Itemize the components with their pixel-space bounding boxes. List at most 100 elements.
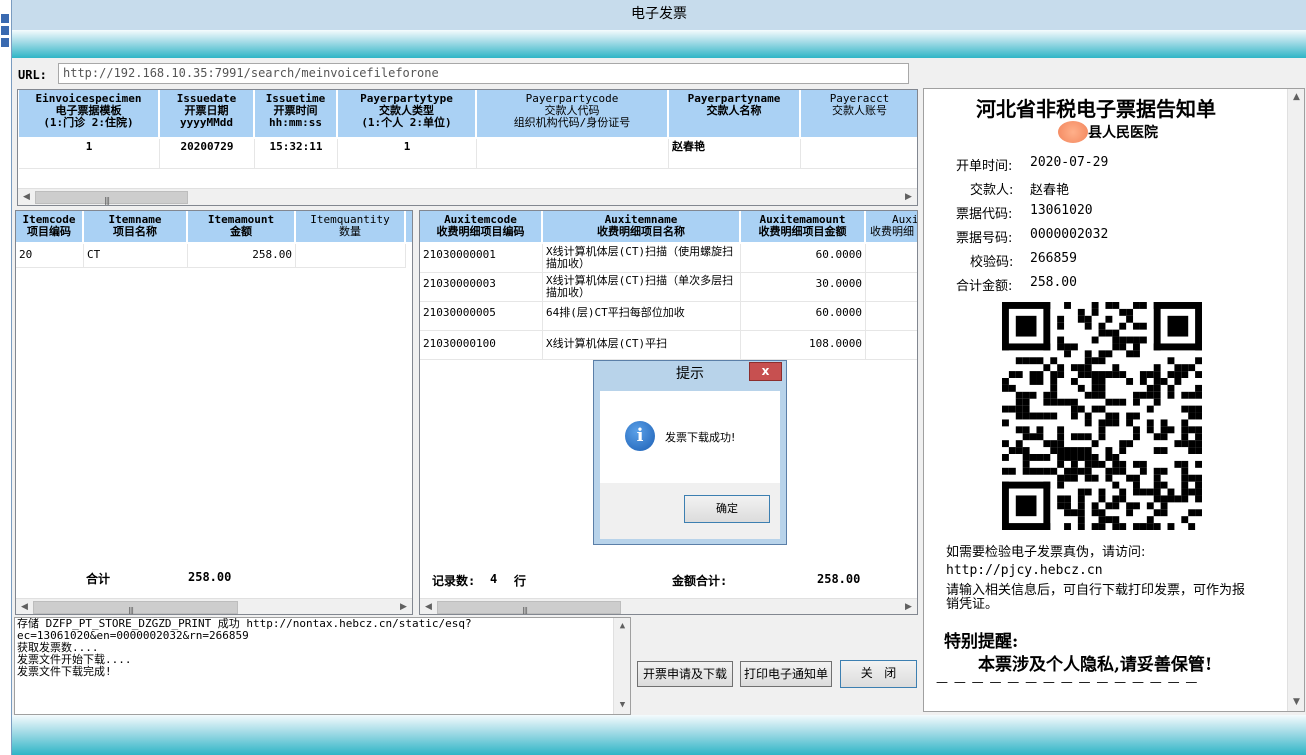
dialog-close-icon[interactable]: x bbox=[749, 362, 782, 381]
table-cell[interactable]: 21030000003 bbox=[420, 273, 543, 302]
scroll-up-icon[interactable]: ▲ bbox=[614, 618, 630, 635]
table-cell[interactable]: 21030000100 bbox=[420, 331, 543, 360]
notice-field-value: 2020-07-29 bbox=[1030, 155, 1109, 170]
notice-field-value: 0000002032 bbox=[1030, 227, 1109, 242]
col-header-itemquantity[interactable]: Itemquantity 数量 bbox=[296, 211, 405, 243]
header-line: 收费明细项目金额 bbox=[758, 225, 847, 238]
table-cell[interactable]: 20200729 bbox=[160, 139, 255, 169]
main-invoice-table: Einvoicespecimen 电子票据模板 (1:门诊 2:住院) Issu… bbox=[17, 89, 918, 206]
table-cell[interactable]: X线计算机体层(CT)扫描（单次多层扫描加收） bbox=[543, 273, 741, 302]
col-header-itemname[interactable]: Itemname 项目名称 bbox=[84, 211, 187, 243]
col-header-issuetime[interactable]: Issuetime 开票时间 hh:mm:ss bbox=[255, 90, 337, 138]
table-cell[interactable]: 60.0000 bbox=[741, 244, 866, 273]
table-cell[interactable] bbox=[801, 139, 917, 169]
record-count-label: 记录数: bbox=[432, 574, 476, 588]
aux-table-hscrollbar[interactable]: ◀ ||| ▶ bbox=[420, 598, 917, 614]
table-cell[interactable]: 1 bbox=[338, 139, 477, 169]
col-header-payeracct[interactable]: Payeracct 交款人账号 bbox=[801, 90, 917, 138]
hospital-name: 县人民医院 bbox=[1088, 125, 1158, 141]
table-cell[interactable]: 21030000001 bbox=[420, 244, 543, 273]
scroll-up-icon[interactable]: ▲ bbox=[1288, 89, 1304, 106]
record-count-value: 4 bbox=[490, 572, 498, 586]
header-line: hh:mm:ss bbox=[269, 116, 322, 129]
col-header-auxi[interactable]: Auxi 收费明细 bbox=[866, 211, 917, 243]
col-header-einvoicespecimen[interactable]: Einvoicespecimen 电子票据模板 (1:门诊 2:住院) bbox=[19, 90, 159, 138]
apply-download-button[interactable]: 开票申请及下载 bbox=[637, 661, 733, 687]
table-cell[interactable]: 258.00 bbox=[188, 244, 296, 268]
scroll-left-icon[interactable]: ◀ bbox=[420, 599, 437, 614]
table-cell[interactable] bbox=[477, 139, 669, 169]
col-header-payerpartytype[interactable]: Payerpartytype 交款人类型 (1:个人 2:单位) bbox=[338, 90, 476, 138]
col-header-auxitemname[interactable]: Auxitemname 收费明细项目名称 bbox=[543, 211, 740, 243]
log-output[interactable]: 存储 DZFP_PT_STORE_DZGZD_PRINT 成功 http://n… bbox=[14, 617, 631, 715]
scrollbar-thumb[interactable]: ||| bbox=[437, 601, 621, 614]
item-total-label: 合计 bbox=[86, 572, 111, 586]
header-line: (1:门诊 2:住院) bbox=[43, 116, 134, 129]
table-cell[interactable]: 赵春艳 bbox=[669, 139, 801, 169]
table-cell[interactable] bbox=[866, 331, 917, 360]
window-title: 电子发票 bbox=[12, 0, 1306, 30]
col-header-itemamount[interactable]: Itemamount 金额 bbox=[188, 211, 295, 243]
notice-field-label: 校验码: bbox=[970, 255, 1014, 270]
table-cell[interactable] bbox=[866, 273, 917, 302]
scroll-down-icon[interactable]: ▼ bbox=[614, 697, 630, 714]
col-header-overflow[interactable] bbox=[406, 211, 412, 243]
table-cell[interactable]: CT bbox=[84, 244, 188, 268]
col-header-issuedate[interactable]: Issuedate 开票日期 yyyyMMdd bbox=[160, 90, 254, 138]
amount-sum-label: 金额合计: bbox=[672, 574, 728, 588]
header-line: (1:个人 2:单位) bbox=[361, 116, 452, 129]
special-reminder-text: 本票涉及个人隐私,请妥善保管! bbox=[978, 655, 1213, 675]
scrollbar-thumb[interactable]: ||| bbox=[33, 601, 238, 614]
scroll-down-icon[interactable]: ▼ bbox=[1288, 694, 1304, 711]
table-cell[interactable]: 60.0000 bbox=[741, 302, 866, 331]
table-cell[interactable]: 30.0000 bbox=[741, 273, 866, 302]
log-line: ec=13061020&en=0000002032&rn=266859 bbox=[17, 629, 249, 642]
table-cell[interactable]: 64排(层)CT平扫每部位加收 bbox=[543, 302, 741, 331]
table-cell[interactable]: 21030000005 bbox=[420, 302, 543, 331]
dialog-body: i 发票下载成功! bbox=[600, 391, 780, 483]
scroll-left-icon[interactable]: ◀ bbox=[16, 599, 33, 614]
notice-field-value: 赵春艳 bbox=[1030, 183, 1070, 198]
close-button[interactable]: 关 闭 bbox=[840, 660, 917, 688]
item-table-hscrollbar[interactable]: ◀ ||| ▶ bbox=[16, 598, 412, 614]
url-label: URL: bbox=[18, 68, 47, 82]
scroll-left-icon[interactable]: ◀ bbox=[18, 189, 35, 205]
table-cell[interactable] bbox=[866, 302, 917, 331]
table-cell[interactable]: X线计算机体层(CT)扫描（使用螺旋扫描加收） bbox=[543, 244, 741, 273]
amount-sum-value: 258.00 bbox=[817, 572, 861, 586]
header-line: 交款人账号 bbox=[832, 104, 887, 117]
table-cell[interactable]: 108.0000 bbox=[741, 331, 866, 360]
table-cell[interactable]: 15:32:11 bbox=[255, 139, 338, 169]
url-input[interactable]: http://192.168.10.35:7991/search/meinvoi… bbox=[58, 63, 909, 84]
col-header-auxitemamount[interactable]: Auxitemamount 收费明细项目金额 bbox=[741, 211, 865, 243]
notice-field-label: 开单时间: bbox=[956, 159, 1013, 174]
notice-field-value: 266859 bbox=[1030, 251, 1077, 266]
col-header-payerpartyname[interactable]: Payerpartyname 交款人名称 bbox=[669, 90, 800, 138]
scroll-right-icon[interactable]: ▶ bbox=[900, 189, 917, 205]
col-header-payerpartycode[interactable]: Payerpartycode 交款人代码 组织机构代码/身份证号 bbox=[477, 90, 668, 138]
header-line: 金额 bbox=[230, 225, 252, 238]
table-cell[interactable] bbox=[866, 244, 917, 273]
col-header-auxitemcode[interactable]: Auxitemcode 收费明细项目编码 bbox=[420, 211, 542, 243]
table-cell[interactable] bbox=[296, 244, 406, 268]
scrollbar-thumb[interactable]: ||| bbox=[35, 191, 188, 205]
item-table: Itemcode 项目编码 Itemname 项目名称 Itemamount 金… bbox=[15, 210, 413, 615]
qr-code bbox=[1002, 302, 1202, 530]
col-header-itemcode[interactable]: Itemcode 项目编码 bbox=[16, 211, 83, 243]
header-line: yyyyMMdd bbox=[180, 116, 233, 129]
table-cell[interactable]: 20 bbox=[16, 244, 84, 268]
ok-button[interactable]: 确定 bbox=[684, 495, 770, 523]
table-cell[interactable]: X线计算机体层(CT)平扫 bbox=[543, 331, 741, 360]
header-line: 交款人名称 bbox=[706, 104, 762, 117]
log-vscrollbar[interactable]: ▲ ▼ bbox=[613, 618, 630, 714]
dialog-message: 发票下载成功! bbox=[665, 431, 736, 444]
print-notice-button[interactable]: 打印电子通知单 bbox=[740, 661, 832, 687]
bottom-band bbox=[12, 715, 1306, 755]
scroll-right-icon[interactable]: ▶ bbox=[900, 599, 917, 614]
notice-vscrollbar[interactable]: ▲ ▼ bbox=[1287, 89, 1304, 711]
item-total-value: 258.00 bbox=[188, 570, 232, 584]
scroll-right-icon[interactable]: ▶ bbox=[395, 599, 412, 614]
main-table-hscrollbar[interactable]: ◀ ||| ▶ bbox=[18, 188, 917, 205]
notice-field-label: 交款人: bbox=[970, 183, 1014, 198]
table-cell[interactable]: 1 bbox=[19, 139, 160, 169]
